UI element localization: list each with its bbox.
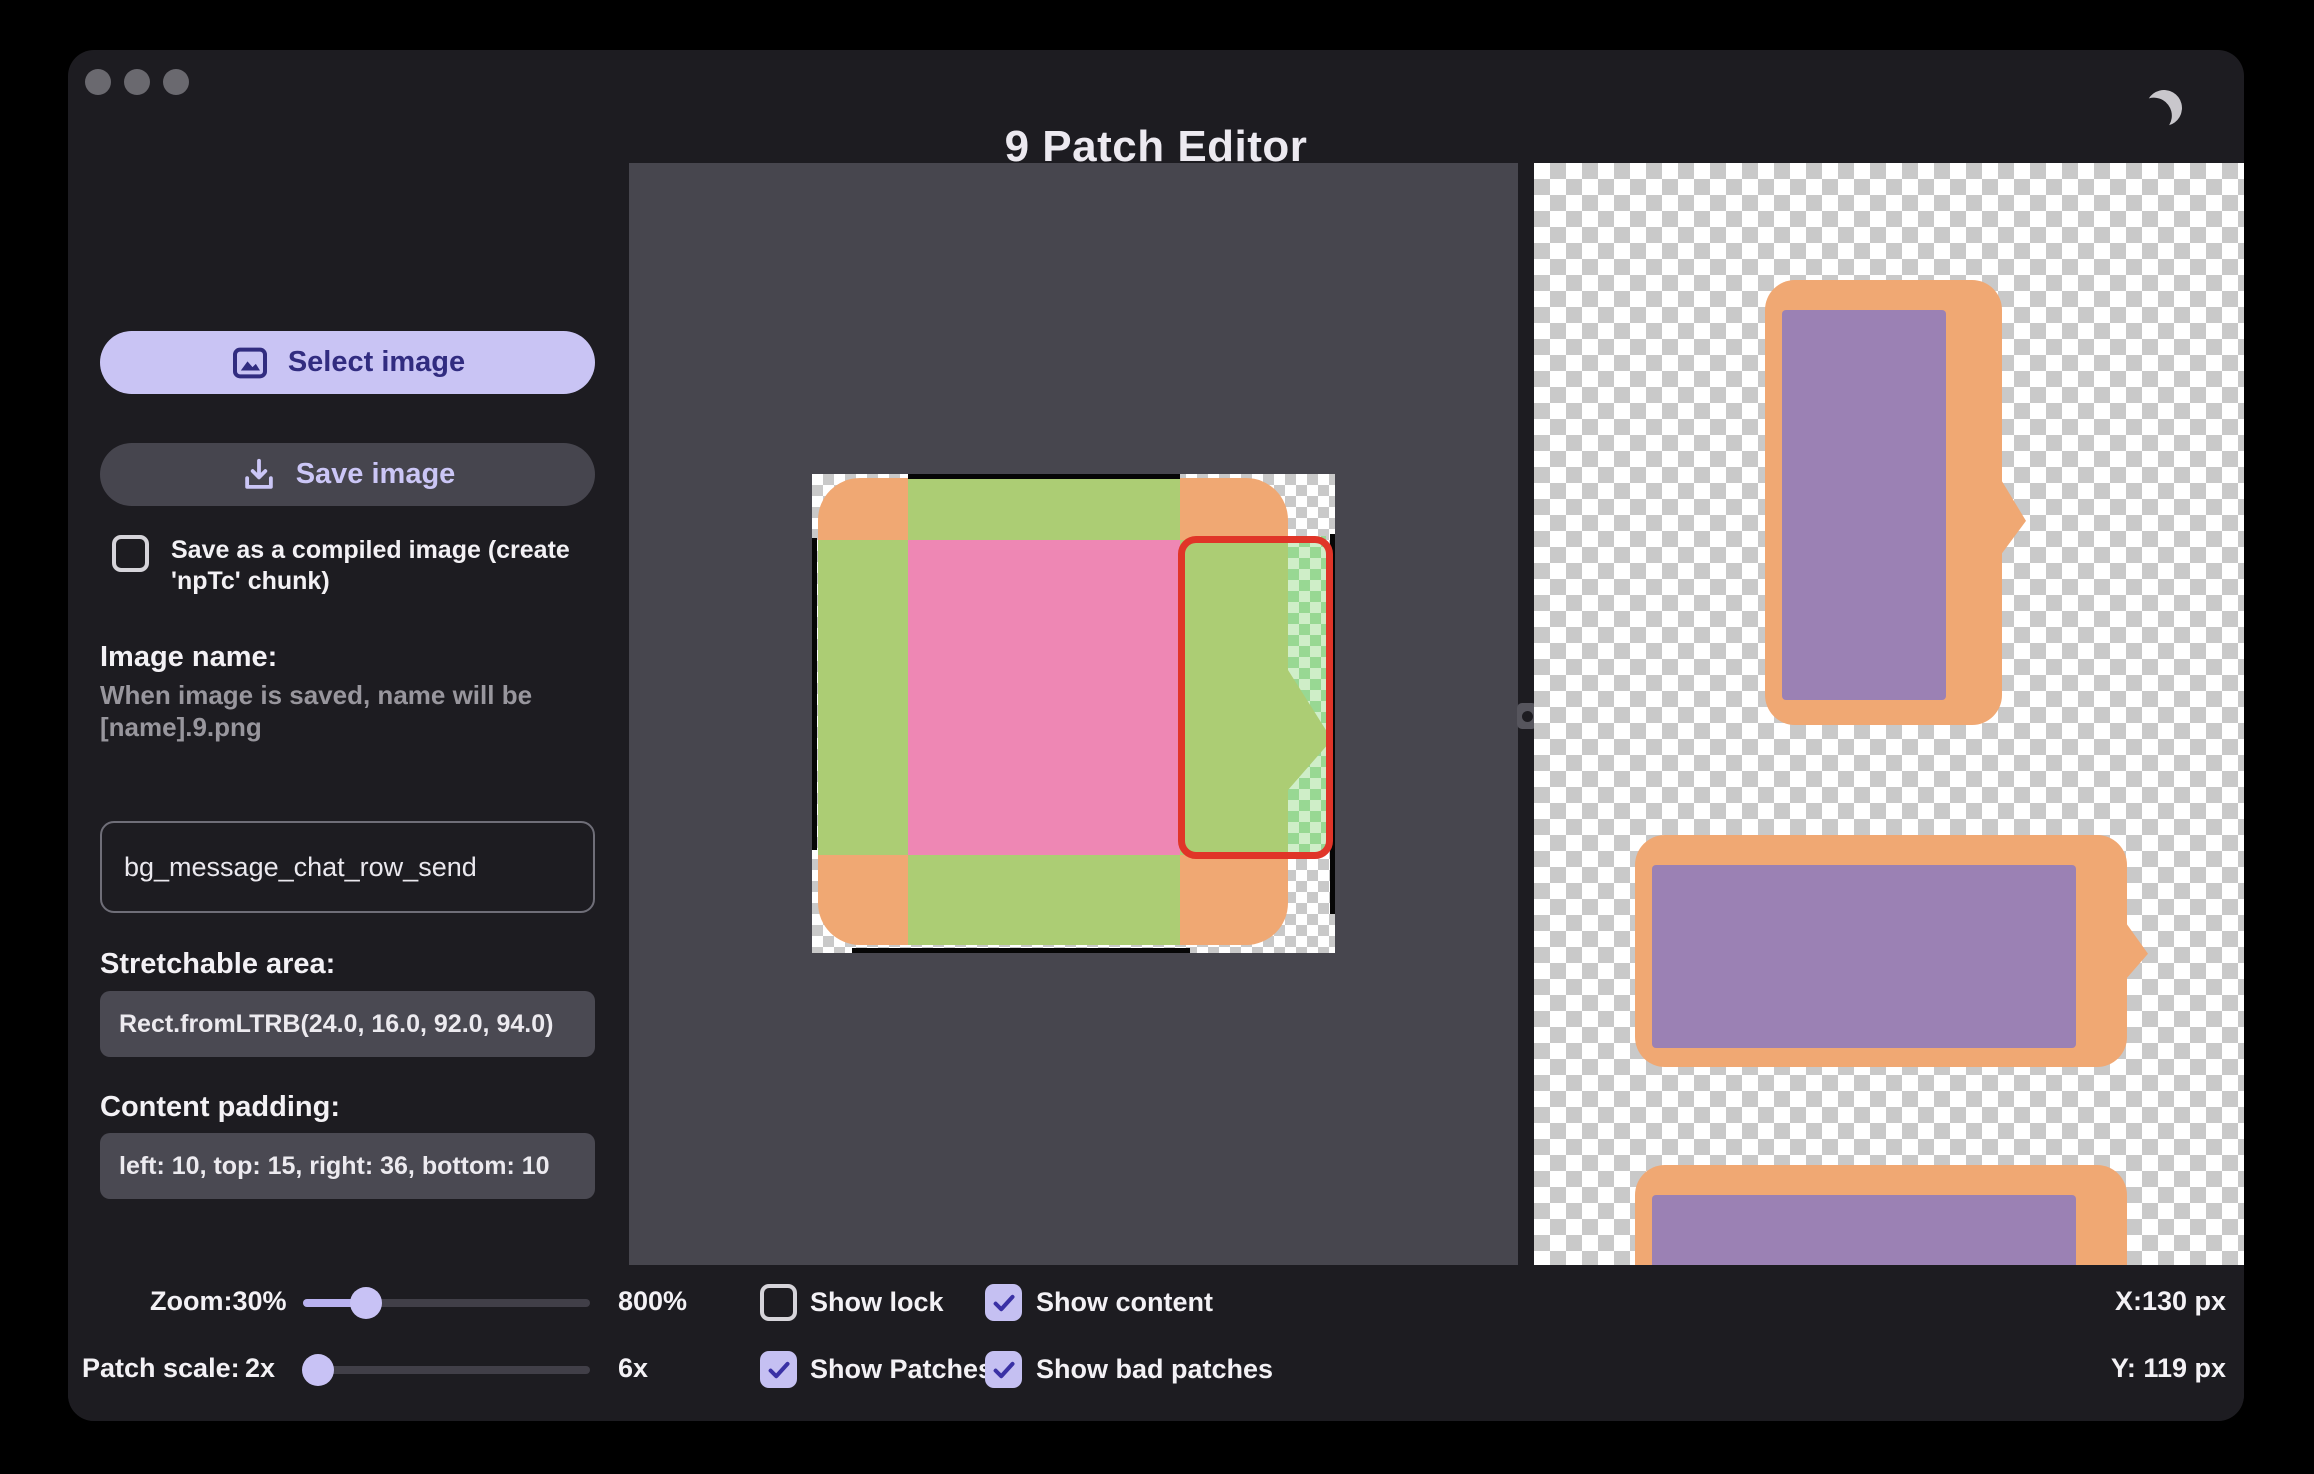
theme-toggle-button[interactable]	[2140, 84, 2188, 132]
preview-content-area	[1652, 1195, 2076, 1265]
editor-canvas[interactable]	[629, 163, 1518, 1265]
download-icon	[240, 456, 278, 494]
cursor-x-readout: X:130 px	[2114, 1286, 2226, 1316]
check-icon	[993, 1361, 1015, 1379]
patch-corner-top-right	[1180, 478, 1288, 540]
zoom-max-label: 800%	[618, 1286, 688, 1316]
sidebar: Select image Save image Save as a compil…	[68, 163, 629, 1265]
content-padding-heading: Content padding:	[100, 1091, 341, 1123]
status-bar: Zoom:30% 800% Show lock Show content X:1…	[68, 1265, 2244, 1421]
image-name-heading: Image name:	[100, 641, 278, 673]
patch-corner-bottom-right	[1180, 855, 1288, 945]
preview-content-area	[1782, 310, 1946, 700]
show-patches-checkbox[interactable]	[760, 1351, 797, 1388]
content-padding-value: left: 10, top: 15, right: 36, bottom: 10	[100, 1133, 595, 1199]
patch-scale-label: Patch scale:	[82, 1353, 240, 1383]
select-image-label: Select image	[287, 346, 466, 378]
cursor-y-readout: Y: 119 px	[2110, 1353, 2226, 1383]
zoom-label: Zoom:30%	[150, 1286, 287, 1316]
patch-scale-slider-thumb[interactable]	[302, 1354, 334, 1386]
image-icon	[230, 343, 270, 383]
check-icon	[768, 1361, 790, 1379]
preview-bubble-wide	[1635, 835, 2148, 1067]
preview-panel	[1534, 163, 2244, 1265]
patch-marker-left	[812, 538, 817, 850]
check-icon	[993, 1294, 1015, 1312]
bad-patch-outline	[1178, 536, 1333, 859]
zoom-slider-thumb[interactable]	[350, 1287, 382, 1319]
stretchable-area-heading: Stretchable area:	[100, 948, 336, 980]
window-zoom-button[interactable]	[163, 69, 189, 95]
content-marker-bottom	[852, 948, 1190, 953]
stretch-area-left	[818, 540, 908, 855]
preview-bubble-clipped	[1635, 1165, 2127, 1265]
preview-bubble-tall	[1765, 280, 2026, 725]
compile-checkbox-row: Save as a compiled image (create 'npTc' …	[112, 535, 581, 597]
patch-corner-bottom-left	[818, 855, 908, 945]
select-image-button[interactable]: Select image	[100, 331, 595, 394]
drag-handle-icon	[1521, 710, 1533, 722]
window-close-button[interactable]	[85, 69, 111, 95]
preview-content-area	[1652, 865, 2076, 1048]
zoom-slider[interactable]	[303, 1299, 590, 1307]
app-window: 9 Patch Editor Select image Save image S…	[68, 50, 2244, 1421]
show-patches-label: Show Patches	[810, 1354, 994, 1384]
stretch-area-bottom	[908, 855, 1180, 945]
window-minimize-button[interactable]	[124, 69, 150, 95]
compile-checkbox[interactable]	[112, 535, 149, 572]
content-area-center	[908, 540, 1180, 855]
show-content-checkbox[interactable]	[985, 1284, 1022, 1321]
patch-scale-value: 2x	[245, 1353, 276, 1383]
image-name-hint: When image is saved, name will be [name]…	[100, 680, 533, 742]
preview-tail	[2000, 478, 2026, 556]
show-bad-patches-label: Show bad patches	[1036, 1354, 1274, 1384]
title-bar: 9 Patch Editor	[68, 50, 2244, 171]
stretch-area-top	[908, 478, 1180, 540]
show-lock-label: Show lock	[810, 1287, 944, 1317]
image-name-input[interactable]	[100, 821, 595, 913]
show-lock-checkbox[interactable]	[760, 1284, 797, 1321]
stretchable-area-value: Rect.fromLTRB(24.0, 16.0, 92.0, 94.0)	[100, 991, 595, 1057]
patch-marker-top	[908, 474, 1180, 479]
compile-checkbox-label: Save as a compiled image (create 'npTc' …	[171, 536, 570, 595]
patch-scale-slider[interactable]	[303, 1366, 590, 1374]
save-image-button[interactable]: Save image	[100, 443, 595, 506]
save-image-label: Save image	[295, 458, 456, 490]
nine-patch-image[interactable]	[812, 474, 1335, 953]
show-bad-patches-checkbox[interactable]	[985, 1351, 1022, 1388]
patch-scale-max-label: 6x	[618, 1353, 649, 1383]
show-content-label: Show content	[1036, 1287, 1213, 1317]
patch-corner-top-left	[818, 478, 908, 540]
moon-icon	[2144, 88, 2185, 129]
preview-tail	[2126, 923, 2148, 979]
